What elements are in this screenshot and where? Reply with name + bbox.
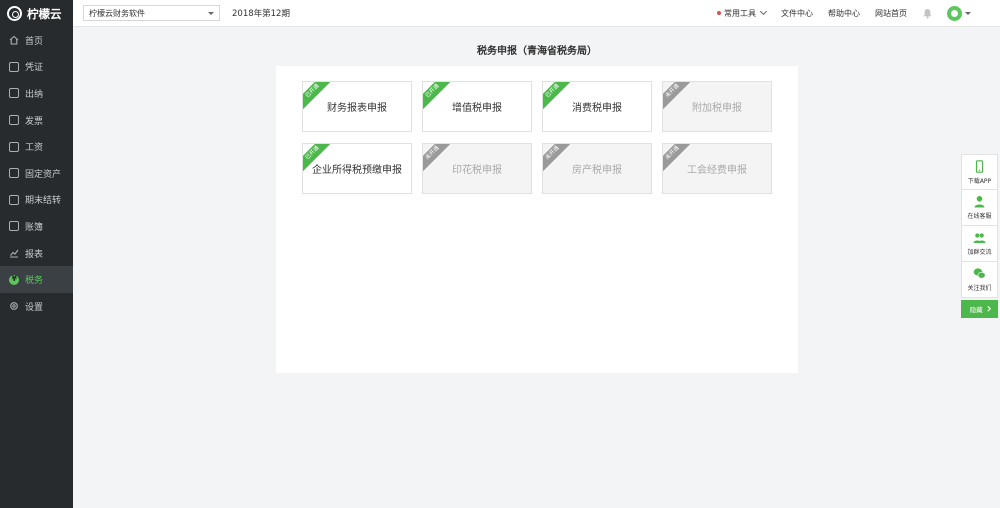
- tax-filing-panel: 已开通 财务报表申报 已开通 增值税申报 已开通 消费税申报 未开通 附加税申报…: [276, 66, 798, 373]
- follow-us-button[interactable]: 关注我们: [961, 262, 998, 298]
- top-right-links: 常用工具 文件中心 帮助中心 网站首页: [717, 0, 1000, 27]
- page-title: 税务申报（青海省税务局）: [477, 46, 597, 57]
- group-icon: [973, 231, 986, 244]
- online-service-button[interactable]: 在线客服: [961, 190, 998, 226]
- hide-panel-button[interactable]: 隐藏: [961, 300, 998, 318]
- sidebar-item-label: 出纳: [25, 89, 44, 100]
- phone-icon: [973, 159, 986, 173]
- period-end-icon: [9, 194, 19, 205]
- chevron-right-icon: [985, 306, 990, 312]
- website-home-link[interactable]: 网站首页: [875, 8, 907, 19]
- sidebar-nav: 首页 凭证 出纳 发票 工资 固定资产 期末结转 账簿 报表 ¥ 税务 设置: [0, 27, 73, 320]
- sidebar-item-label: 发票: [25, 116, 44, 127]
- sidebar-item-label: 首页: [25, 36, 44, 47]
- download-app-label: 下载APP: [967, 177, 992, 185]
- bell-icon[interactable]: [922, 8, 933, 19]
- notification-dot-icon: [717, 11, 721, 15]
- sidebar-item-period-end[interactable]: 期末结转: [0, 187, 73, 214]
- status-badge: 未开通: [543, 144, 574, 174]
- tile-financial-statements[interactable]: 已开通 财务报表申报: [302, 81, 412, 132]
- status-badge: 未开通: [663, 82, 694, 112]
- online-service-label: 在线客服: [967, 213, 992, 220]
- sidebar-item-tax[interactable]: 税务: [0, 266, 73, 293]
- floating-service-panel: 下载APP 在线客服 加群交流 关注我们 隐藏: [961, 154, 998, 318]
- tile-label: 消费税申报: [572, 103, 622, 114]
- sidebar-item-home[interactable]: 首页: [0, 27, 73, 54]
- report-icon: [9, 248, 19, 258]
- sidebar: 柠檬云 首页 凭证 出纳 发票 工资 固定资产 期末结转 账簿 报表 ¥ 税务 …: [0, 0, 73, 508]
- salary-icon: [9, 141, 19, 152]
- sidebar-item-voucher[interactable]: 凭证: [0, 54, 73, 81]
- sidebar-item-reports[interactable]: 报表: [0, 240, 73, 267]
- download-app-button[interactable]: 下载APP: [961, 154, 998, 190]
- tile-vat[interactable]: 已开通 增值税申报: [422, 81, 532, 132]
- cashier-icon: [9, 88, 19, 99]
- sidebar-item-label: 工资: [25, 143, 44, 154]
- sidebar-item-cashier[interactable]: 出纳: [0, 80, 73, 107]
- status-badge: 已开通: [543, 82, 574, 112]
- sidebar-item-label: 税务: [25, 276, 44, 287]
- sidebar-item-salary[interactable]: 工资: [0, 133, 73, 160]
- chevron-down-icon[interactable]: [965, 11, 971, 15]
- gear-icon: [9, 301, 19, 311]
- tile-label: 附加税申报: [692, 103, 742, 114]
- tile-label: 工会经费申报: [687, 165, 747, 176]
- tile-surcharge-tax[interactable]: 未开通 附加税申报: [662, 81, 772, 132]
- app-name: 柠檬云: [27, 6, 62, 21]
- home-icon: [9, 35, 19, 45]
- tile-corporate-income-tax[interactable]: 已开通 企业所得税预缴申报: [302, 143, 412, 194]
- join-group-label: 加群交流: [967, 249, 992, 256]
- tile-property-tax[interactable]: 未开通 房产税申报: [542, 143, 652, 194]
- tile-stamp-tax[interactable]: 未开通 印花税申报: [422, 143, 532, 194]
- tile-label: 企业所得税预缴申报: [312, 165, 402, 176]
- join-group-button[interactable]: 加群交流: [961, 226, 998, 262]
- sidebar-item-fixed-assets[interactable]: 固定资产: [0, 160, 73, 187]
- sidebar-item-label: 期末结转: [25, 196, 62, 207]
- top-bar: 柠檬云财务软件 2018年第12期 常用工具 文件中心 帮助中心 网站首页: [73, 0, 1000, 27]
- tile-label: 增值税申报: [452, 103, 502, 114]
- tile-label: 印花税申报: [452, 165, 502, 176]
- app-logo[interactable]: 柠檬云: [0, 0, 73, 27]
- company-select[interactable]: 柠檬云财务软件: [83, 5, 220, 21]
- invoice-icon: [9, 115, 19, 126]
- sidebar-item-ledger[interactable]: 账簿: [0, 213, 73, 240]
- help-center-link[interactable]: 帮助中心: [828, 8, 860, 19]
- tile-union-fee[interactable]: 未开通 工会经费申报: [662, 143, 772, 194]
- chevron-down-icon: [759, 7, 768, 16]
- wechat-icon: [973, 267, 986, 280]
- tile-label: 房产税申报: [572, 165, 622, 176]
- sidebar-item-label: 凭证: [25, 63, 44, 74]
- sidebar-item-label: 设置: [25, 302, 44, 313]
- file-center-link[interactable]: 文件中心: [781, 8, 813, 19]
- sidebar-item-invoice[interactable]: 发票: [0, 107, 73, 134]
- chevron-down-icon: [208, 11, 214, 15]
- sidebar-item-label: 固定资产: [25, 169, 62, 180]
- sidebar-item-settings[interactable]: 设置: [0, 293, 73, 320]
- common-tools-label: 常用工具: [724, 8, 756, 18]
- sidebar-item-label: 报表: [25, 249, 44, 260]
- ledger-icon: [9, 221, 19, 232]
- tax-icon: [9, 274, 19, 285]
- tile-label: 财务报表申报: [327, 103, 387, 114]
- sidebar-item-label: 账簿: [25, 222, 44, 233]
- company-select-value: 柠檬云财务软件: [89, 8, 145, 18]
- accounting-period: 2018年第12期: [232, 9, 290, 19]
- asset-icon: [9, 168, 19, 179]
- common-tools-menu[interactable]: 常用工具: [717, 7, 768, 19]
- lemon-logo-icon: [7, 6, 22, 21]
- tile-consumption-tax[interactable]: 已开通 消费税申报: [542, 81, 652, 132]
- voucher-icon: [9, 61, 19, 72]
- status-badge: 已开通: [423, 82, 454, 112]
- avatar[interactable]: [947, 5, 962, 21]
- user-icon: [973, 195, 986, 208]
- follow-us-label: 关注我们: [967, 285, 992, 292]
- status-badge: 未开通: [423, 144, 454, 174]
- hide-panel-label: 隐藏: [969, 306, 983, 314]
